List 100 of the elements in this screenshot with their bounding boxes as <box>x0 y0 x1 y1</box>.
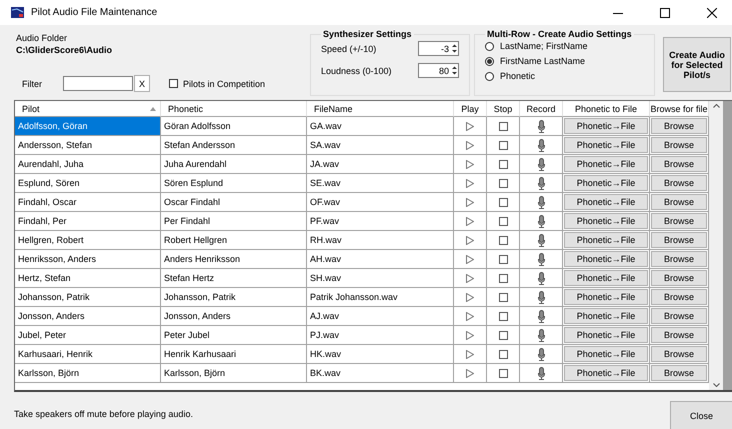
play-icon[interactable] <box>466 368 474 378</box>
pilot-cell[interactable]: Henriksson, Anders <box>15 250 161 269</box>
play-icon[interactable] <box>466 330 474 340</box>
pilot-cell[interactable]: Findahl, Per <box>15 212 161 231</box>
column-header[interactable]: Pilot <box>15 101 161 117</box>
microphone-icon[interactable] <box>538 328 544 342</box>
pilot-cell[interactable]: Findahl, Oscar <box>15 193 161 212</box>
spinner-icon[interactable] <box>451 43 458 54</box>
play-icon[interactable] <box>466 292 474 302</box>
column-header[interactable]: Browse for file <box>650 101 709 117</box>
browse-button[interactable]: Browse <box>651 156 707 172</box>
filename-cell[interactable]: OF.wav <box>307 193 454 212</box>
column-header[interactable]: Play <box>454 101 487 117</box>
filename-cell[interactable]: PF.wav <box>307 212 454 231</box>
column-header[interactable]: Stop <box>487 101 520 117</box>
pilot-cell[interactable]: Karhusaari, Henrik <box>15 345 161 364</box>
close-dialog-button[interactable]: Close <box>670 401 732 429</box>
phonetic-to-file-button[interactable]: Phonetic→File <box>564 213 648 229</box>
microphone-icon[interactable] <box>538 272 544 284</box>
microphone-icon[interactable] <box>538 290 544 304</box>
stop-checkbox[interactable] <box>498 254 508 264</box>
filename-cell[interactable]: SE.wav <box>307 174 454 193</box>
stop-checkbox[interactable] <box>498 160 508 168</box>
phonetic-cell[interactable]: Robert Hellgren <box>161 231 307 250</box>
stop-checkbox[interactable] <box>498 140 508 150</box>
phonetic-to-file-button[interactable]: Phonetic→File <box>564 118 648 134</box>
browse-button[interactable]: Browse <box>651 213 707 229</box>
column-header[interactable]: Record <box>520 101 563 117</box>
phonetic-to-file-button[interactable]: Phonetic→File <box>564 346 648 362</box>
filename-cell[interactable]: SH.wav <box>307 269 454 288</box>
pilot-cell[interactable]: Adolfsson, Göran <box>15 117 161 136</box>
browse-button[interactable]: Browse <box>651 194 707 210</box>
browse-button[interactable]: Browse <box>651 308 707 324</box>
filter-field[interactable] <box>63 76 133 91</box>
pilot-cell[interactable]: Aurendahl, Juha <box>15 155 161 174</box>
phonetic-to-file-button[interactable]: Phonetic→File <box>564 270 648 286</box>
browse-button[interactable]: Browse <box>651 365 707 381</box>
play-icon[interactable] <box>466 236 474 244</box>
microphone-icon[interactable] <box>538 234 544 246</box>
phonetic-cell[interactable]: Karlsson, Björn <box>161 364 307 383</box>
scroll-up-icon[interactable] <box>712 104 720 108</box>
phonetic-cell[interactable]: Stefan Andersson <box>161 136 307 155</box>
phonetic-cell[interactable]: Peter Jubel <box>161 326 307 345</box>
browse-button[interactable]: Browse <box>651 175 707 191</box>
number-field[interactable]: -3 <box>418 41 459 56</box>
phonetic-cell[interactable]: Oscar Findahl <box>161 193 307 212</box>
phonetic-cell[interactable]: Juha Aurendahl <box>161 155 307 174</box>
radio-button[interactable] <box>485 72 494 80</box>
browse-button[interactable]: Browse <box>651 289 707 305</box>
microphone-icon[interactable] <box>538 310 544 322</box>
column-header[interactable]: Phonetic to File <box>563 101 650 117</box>
scroll-down-icon[interactable] <box>712 383 720 387</box>
phonetic-cell[interactable]: Per Findahl <box>161 212 307 231</box>
filename-cell[interactable]: JA.wav <box>307 155 454 174</box>
phonetic-to-file-button[interactable]: Phonetic→File <box>564 365 648 381</box>
phonetic-to-file-button[interactable]: Phonetic→File <box>564 289 648 305</box>
filename-cell[interactable]: AH.wav <box>307 250 454 269</box>
filename-cell[interactable]: HK.wav <box>307 345 454 364</box>
stop-checkbox[interactable] <box>498 368 508 378</box>
radio-button[interactable] <box>485 56 494 66</box>
phonetic-to-file-button[interactable]: Phonetic→File <box>564 194 648 210</box>
play-icon[interactable] <box>466 350 474 358</box>
microphone-icon[interactable] <box>538 138 544 152</box>
microphone-icon[interactable] <box>538 158 544 170</box>
clear-filter-button[interactable]: X <box>134 75 150 92</box>
browse-button[interactable]: Browse <box>651 251 707 267</box>
phonetic-to-file-button[interactable]: Phonetic→File <box>564 156 648 172</box>
filename-cell[interactable]: PJ.wav <box>307 326 454 345</box>
filename-cell[interactable]: RH.wav <box>307 231 454 250</box>
play-icon[interactable] <box>466 122 474 130</box>
phonetic-to-file-button[interactable]: Phonetic→File <box>564 232 648 248</box>
phonetic-cell[interactable]: Johansson, Patrik <box>161 288 307 307</box>
stop-checkbox[interactable] <box>498 292 508 302</box>
close-icon[interactable] <box>707 8 717 18</box>
play-icon[interactable] <box>466 312 474 320</box>
filename-cell[interactable]: BK.wav <box>307 364 454 383</box>
create-audio-button[interactable]: Create Audio for Selected Pilot/s <box>663 37 731 92</box>
phonetic-cell[interactable]: Jonsson, Anders <box>161 307 307 326</box>
pilot-cell[interactable]: Jubel, Peter <box>15 326 161 345</box>
pilot-cell[interactable]: Jonsson, Anders <box>15 307 161 326</box>
pilot-cell[interactable]: Johansson, Patrik <box>15 288 161 307</box>
phonetic-cell[interactable]: Göran Adolfsson <box>161 117 307 136</box>
microphone-icon[interactable] <box>538 196 544 208</box>
filename-cell[interactable]: AJ.wav <box>307 307 454 326</box>
number-field[interactable]: 80 <box>418 63 459 78</box>
phonetic-to-file-button[interactable]: Phonetic→File <box>564 137 648 153</box>
pilot-cell[interactable]: Hellgren, Robert <box>15 231 161 250</box>
browse-button[interactable]: Browse <box>651 232 707 248</box>
phonetic-cell[interactable]: Stefan Hertz <box>161 269 307 288</box>
play-icon[interactable] <box>466 140 474 150</box>
stop-checkbox[interactable] <box>498 236 508 244</box>
stop-checkbox[interactable] <box>498 178 508 188</box>
column-header[interactable]: FileName <box>307 101 454 117</box>
phonetic-cell[interactable]: Sören Esplund <box>161 174 307 193</box>
browse-button[interactable]: Browse <box>651 270 707 286</box>
browse-button[interactable]: Browse <box>651 346 707 362</box>
play-icon[interactable] <box>466 254 474 264</box>
play-icon[interactable] <box>466 216 474 226</box>
browse-button[interactable]: Browse <box>651 118 707 134</box>
browse-button[interactable]: Browse <box>651 137 707 153</box>
